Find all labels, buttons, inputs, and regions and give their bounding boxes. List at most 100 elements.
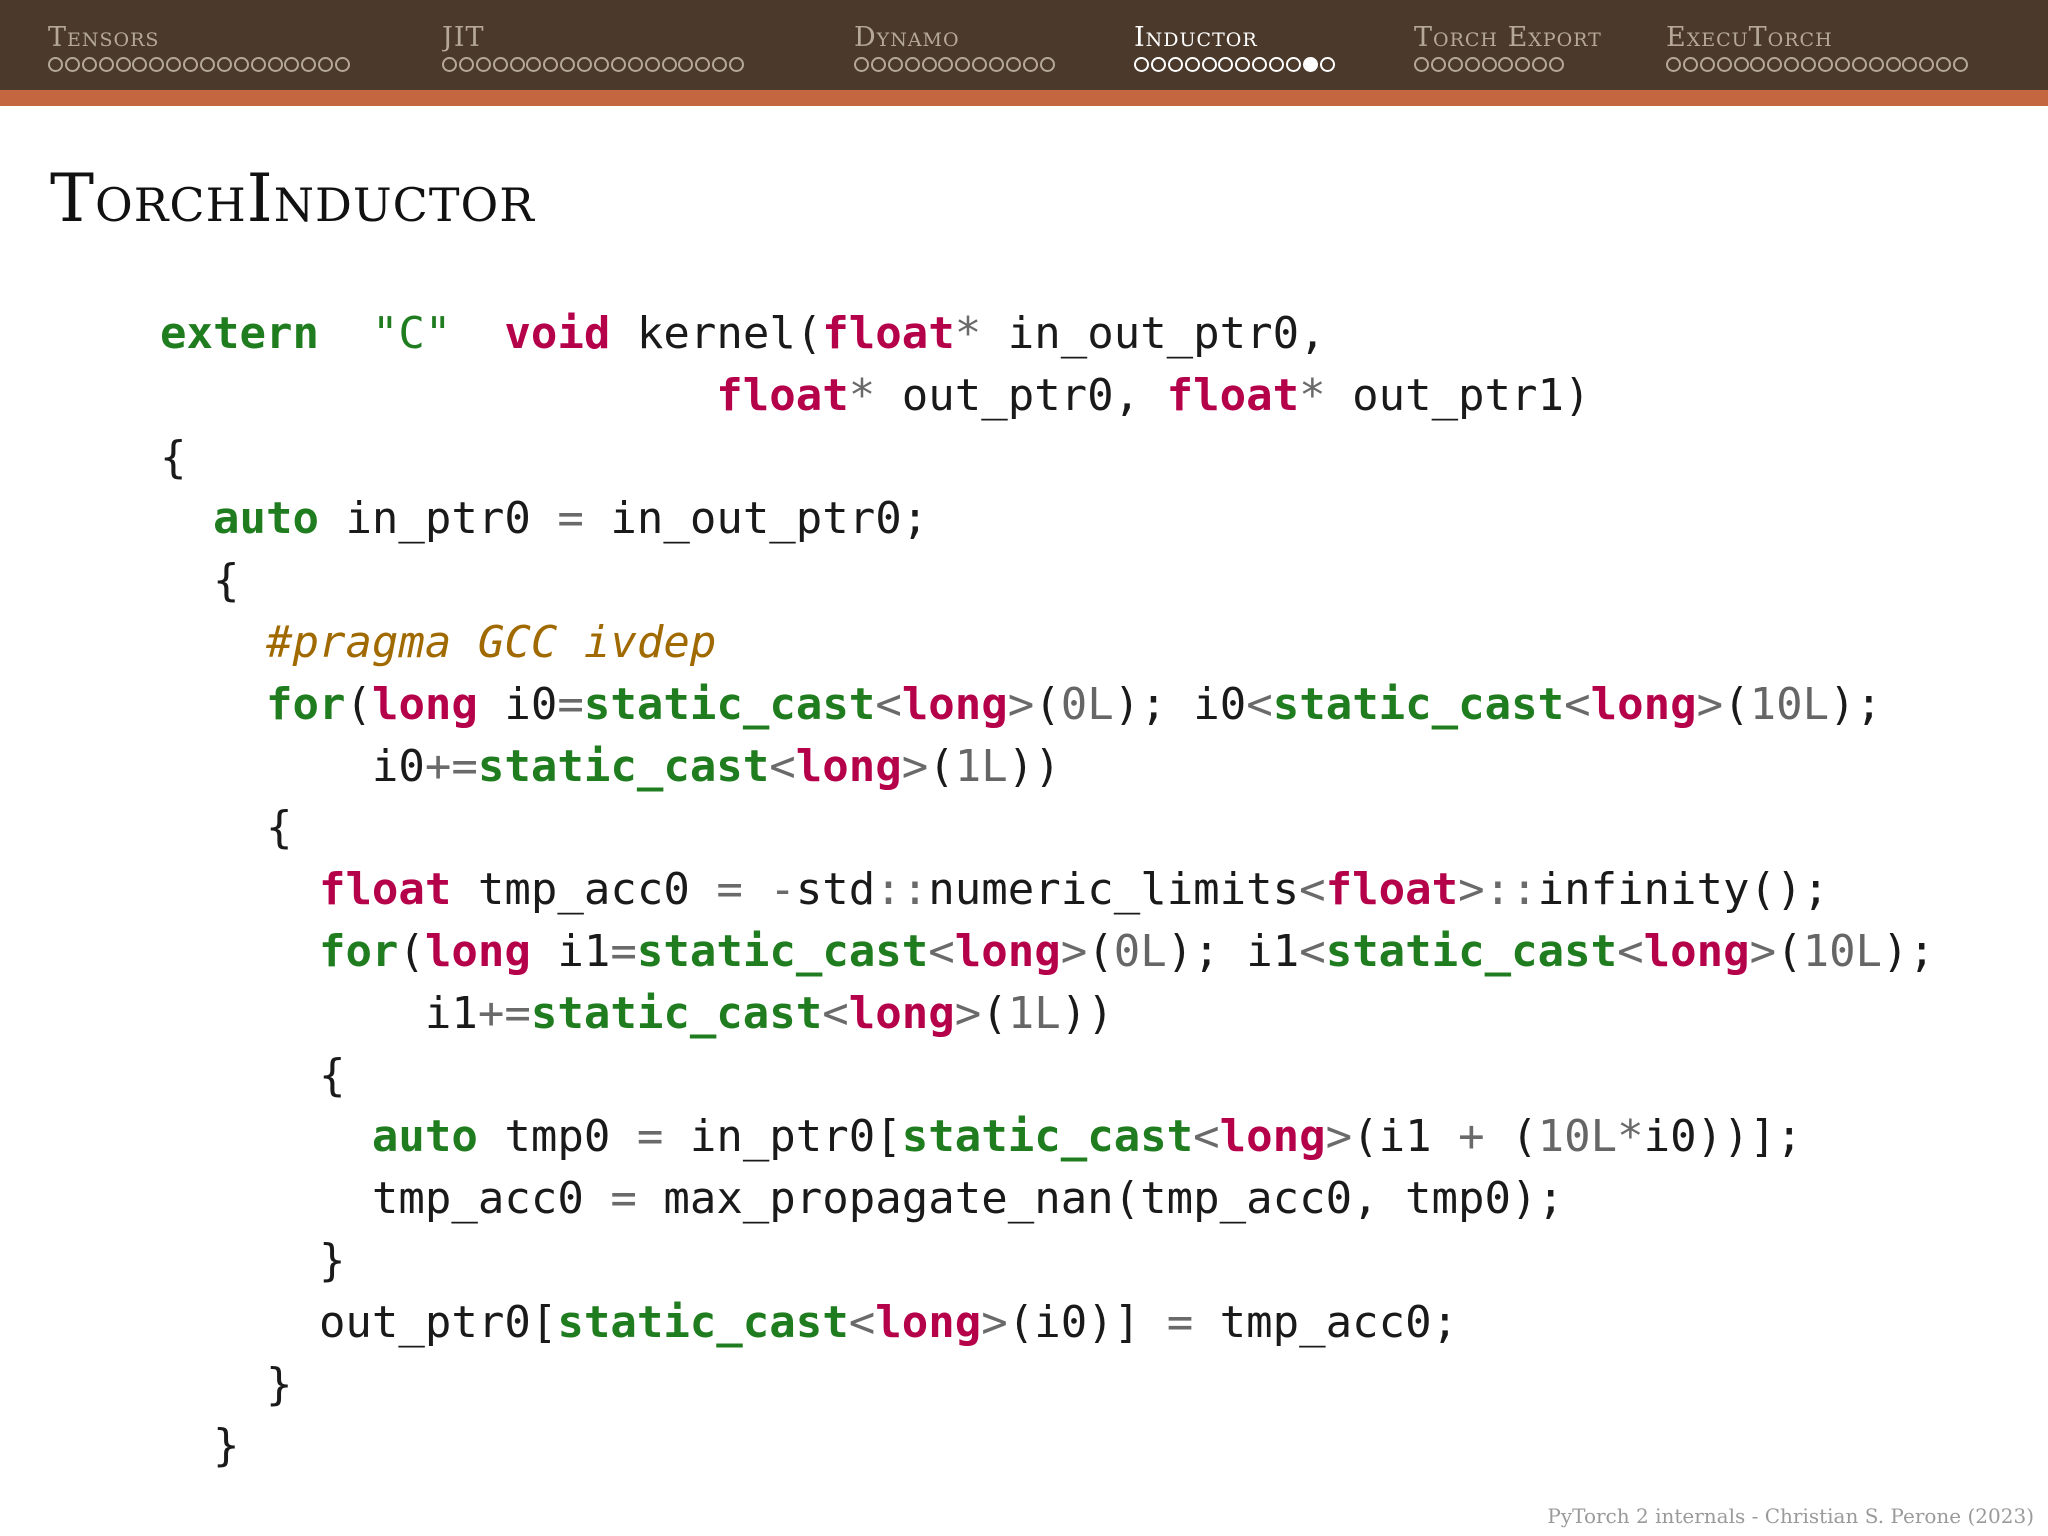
code-token: < [1299,864,1326,916]
code-token: ( [398,926,425,977]
code-line: { [160,800,293,856]
code-token: i1 [160,987,478,1039]
code-token: static_cast [477,740,770,792]
code-token: 10L [1537,1111,1618,1163]
code-token: < [848,1296,876,1348]
code-token: infinity(); [1537,864,1829,916]
code-line: for(long i0=static_cast<long>(0L); i0<st… [160,677,1882,733]
code-token: 1L [1007,987,1061,1039]
code-token: * [954,308,982,359]
code-token: > [1060,926,1088,977]
code-token: kernel( [610,308,823,359]
code-line: float tmp_acc0 = -std::numeric_limits<fl… [160,862,1829,918]
code-token: max_propagate_nan(tmp_acc0, tmp0); [636,1173,1565,1225]
code-token: std [795,864,876,916]
code-token: i0))]; [1643,1111,1803,1163]
code-token: auto [212,493,319,545]
code-token: long [371,678,478,730]
code-token: in_out_ptr0, [981,308,1326,359]
code-token: >:: [1458,864,1538,916]
code-token: > [981,1296,1008,1348]
code-token: for [265,678,346,730]
code-line: #pragma GCC ivdep [160,615,716,671]
code-token: > [1749,926,1777,977]
code-token: for [318,926,399,977]
code-line: out_ptr0[static_cast<long>(i0)] = tmp_ac… [160,1295,1458,1351]
code-token: out_ptr0, [875,369,1167,421]
code-token: ( [1723,678,1750,730]
code-token: static_cast [583,678,876,730]
code-token: float [1325,864,1459,916]
code-token: 10L [1802,926,1883,977]
code-token: )) [1007,740,1061,792]
code-token: ); [1882,926,1936,977]
code-token: i0 [160,740,425,792]
code-token: i1 [530,926,611,977]
code-token: + [1458,1111,1485,1163]
code-token: float [716,369,849,421]
code-token: extern [160,308,319,359]
code-line: { [160,553,240,609]
code-token: float [1166,369,1300,421]
code-token: 10L [1749,678,1830,730]
code-token: in_out_ptr0; [583,493,929,545]
code-token: > [954,987,982,1039]
code-token: * [848,369,876,421]
code-token: < [1193,1111,1220,1163]
code-line: for(long i1=static_cast<long>(0L); i1<st… [160,924,1935,980]
code-token: { [160,802,293,854]
code-token: ( [1034,678,1061,730]
code-token: < [769,740,796,792]
code-line: i1+=static_cast<long>(1L)) [160,986,1114,1042]
code-token: < [822,987,849,1039]
code-token: < [1564,678,1591,730]
code-token: static_cast [1272,678,1565,730]
code-token: static_cast [901,1111,1194,1163]
code-token: tmp_acc0 [160,1173,611,1225]
code-token: < [875,678,902,730]
code-token: = [1166,1296,1194,1348]
code-line: } [160,1418,240,1474]
code-line: i0+=static_cast<long>(1L)) [160,739,1061,795]
code-line: } [160,1233,346,1289]
code-token: = [716,864,743,916]
code-token: out_ptr0[ [160,1296,558,1348]
code-line: auto in_ptr0 = in_out_ptr0; [160,491,928,547]
code-token: > [901,740,929,792]
footer-credit: PyTorch 2 internals - Christian S. Peron… [1547,1504,2034,1528]
code-token: void [504,308,611,359]
code-token: ( [1484,1111,1538,1163]
code-token: ( [345,678,372,730]
code-token: ( [981,987,1008,1039]
code-token: < [928,926,955,977]
code-token: float [318,864,452,916]
code-token: out_ptr1) [1325,369,1591,421]
code-token: - [769,864,796,916]
code-token: 0L [1113,926,1167,977]
code-token: } [160,1235,346,1286]
code-token: > [1325,1111,1353,1163]
code-token: in_ptr0 [318,493,558,545]
code-token: static_cast [557,1296,849,1348]
code-token: in_ptr0[ [663,1111,902,1163]
code-token: = [610,1173,637,1225]
code-line: float* out_ptr0, float* out_ptr1) [160,368,1591,424]
code-token: 0L [1060,678,1114,730]
code-token: long [795,740,902,792]
code-line: } [160,1357,293,1413]
code-token: tmp0 [477,1111,637,1163]
code-token: float [822,308,955,359]
code-token: { [160,431,187,483]
code-token: tmp_acc0 [451,864,717,916]
code-line: auto tmp0 = in_ptr0[static_cast<long>(i1… [160,1109,1803,1165]
code-token: ( [1776,926,1803,977]
code-token: auto [371,1111,478,1163]
